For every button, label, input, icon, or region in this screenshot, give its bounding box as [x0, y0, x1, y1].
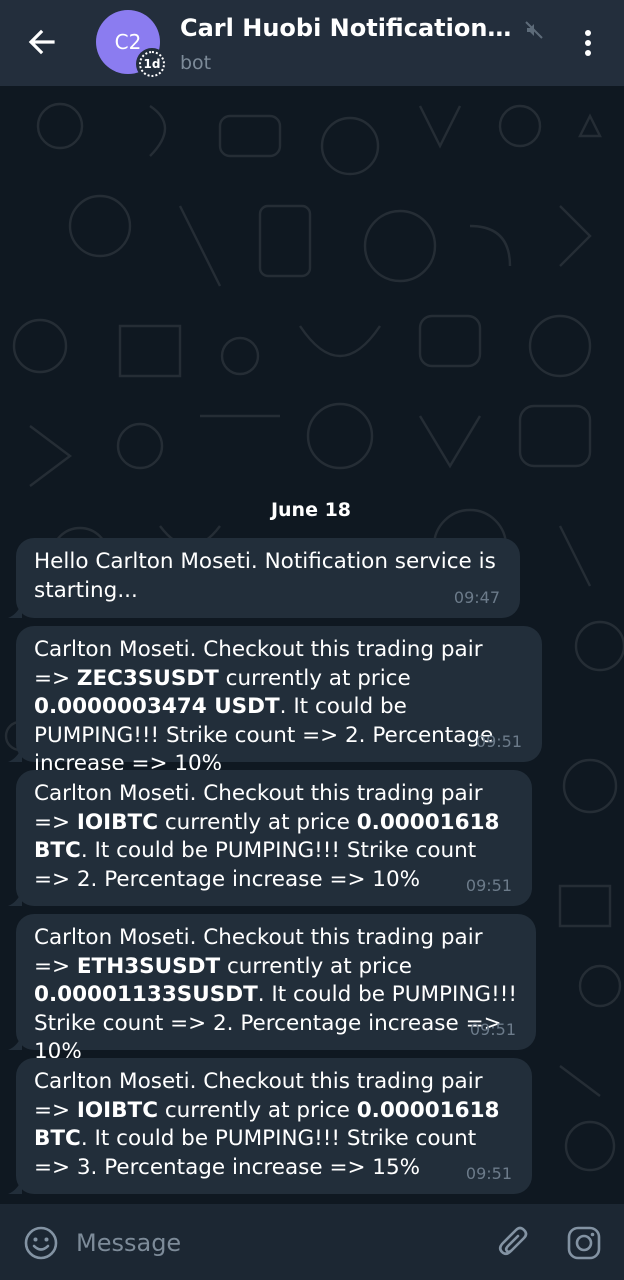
bubble-tail [8, 1178, 22, 1194]
message-bubble[interactable]: Carlton Moseti. Checkout this trading pa… [8, 1058, 532, 1194]
date-separator: June 18 [270, 499, 352, 521]
message-text: Carlton Moseti. Checkout this trading pa… [34, 781, 500, 892]
back-button[interactable] [22, 22, 62, 62]
message-time: 09:47 [453, 587, 500, 607]
message-time: 09:51 [465, 875, 512, 895]
message-text-segment: Hello Carlton Moseti. Notification servi… [34, 549, 496, 603]
message-composer [0, 1204, 624, 1280]
bubble-tail [8, 602, 22, 618]
timer-label: 1d [143, 57, 161, 71]
message-text-bold: ETH3SUSDT [76, 953, 221, 979]
message-bubble[interactable]: Carlton Moseti. Checkout this trading pa… [8, 770, 532, 906]
message-input[interactable] [76, 1224, 476, 1262]
chat-title-block[interactable]: Carl Huobi Notifications 2... bot [180, 14, 543, 74]
message-text-segment: currently at price [218, 665, 411, 691]
message-text: Hello Carlton Moseti. Notification servi… [34, 549, 496, 603]
message-text-segment: currently at price [157, 809, 357, 835]
message-text-bold: IOIBTC [76, 1097, 158, 1123]
auto-delete-timer-badge: 1d [136, 48, 168, 80]
message-text: Carlton Moseti. Checkout this trading pa… [34, 925, 517, 1064]
message-text-bold: IOIBTC [76, 809, 158, 835]
chat-header: C2 1d Carl Huobi Notifications 2... bot [0, 0, 624, 86]
message-text-bold: ZEC3SUSDT [76, 665, 219, 691]
message-bubble[interactable]: Hello Carlton Moseti. Notification servi… [8, 538, 520, 618]
chat-area[interactable]: June 18 Hello Carlton Moseti. Notificati… [0, 86, 624, 1204]
bubble-tail [8, 1034, 22, 1050]
paperclip-icon[interactable] [496, 1224, 532, 1262]
message-text-bold: 0.0000003474 USDT [34, 694, 280, 719]
message-text-segment: currently at price [220, 953, 412, 979]
message-text: Carlton Moseti. Checkout this trading pa… [34, 1069, 500, 1180]
muted-speaker-icon [525, 21, 543, 39]
message-bubble[interactable]: Carlton Moseti. Checkout this trading pa… [8, 914, 536, 1064]
chat-avatar[interactable]: C2 1d [96, 10, 168, 80]
chat-subtitle: bot [180, 52, 212, 74]
avatar-initials: C2 [114, 30, 142, 54]
bubble-tail [8, 890, 22, 906]
message-text: Carlton Moseti. Checkout this trading pa… [34, 637, 493, 776]
message-text-segment: . It could be PUMPING!!! Strike count =>… [34, 1126, 477, 1180]
auto-delete-timer-icon: 1d [139, 51, 165, 77]
message-time: 09:51 [475, 731, 522, 751]
message-bubble[interactable]: Carlton Moseti. Checkout this trading pa… [8, 626, 542, 776]
more-vertical-icon[interactable] [572, 26, 604, 60]
message-text-segment: . It could be PUMPING!!! Strike count =>… [34, 838, 477, 892]
message-text-bold: 0.00001133SUSDT [34, 982, 258, 1007]
instagram-camera-icon[interactable] [566, 1225, 602, 1261]
message-time: 09:51 [465, 1163, 512, 1183]
smile-icon[interactable] [22, 1224, 60, 1262]
bubble-tail [8, 746, 22, 762]
message-time: 09:51 [469, 1019, 516, 1039]
chat-title: Carl Huobi Notifications 2... [180, 14, 520, 42]
message-text-segment: currently at price [157, 1097, 357, 1123]
arrow-left-icon [28, 29, 55, 55]
